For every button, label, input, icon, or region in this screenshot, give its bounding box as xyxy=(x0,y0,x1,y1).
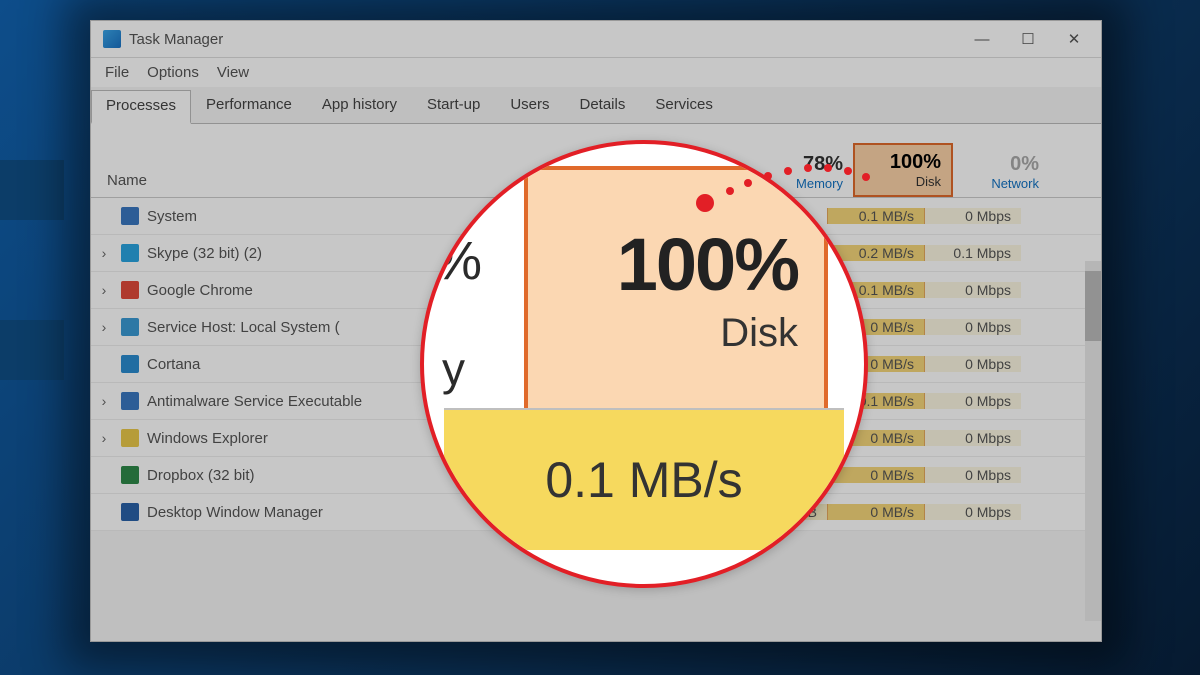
process-icon xyxy=(121,429,139,447)
wallpaper-bar xyxy=(0,160,64,220)
cell-network: 0 Mbps xyxy=(925,393,1021,409)
minimize-button[interactable]: — xyxy=(959,23,1005,55)
tab-startup[interactable]: Start-up xyxy=(412,89,495,123)
desktop: Task Manager — ☐ ✕ File Options View Pro… xyxy=(0,0,1200,675)
window-title: Task Manager xyxy=(129,31,223,48)
expand-icon[interactable]: › xyxy=(91,393,117,409)
cell-network: 0.1 Mbps xyxy=(925,245,1021,261)
process-icon xyxy=(121,466,139,484)
fragment-y: y xyxy=(442,342,465,396)
cell-network: 0 Mbps xyxy=(925,208,1021,224)
process-name: Dropbox (32 bit) xyxy=(117,466,481,484)
network-pct: 0% xyxy=(953,153,1039,176)
tab-users[interactable]: Users xyxy=(495,89,564,123)
disk-pct-zoom: 100% xyxy=(617,222,798,307)
expand-icon[interactable]: › xyxy=(91,282,117,298)
title-bar[interactable]: Task Manager — ☐ ✕ xyxy=(91,21,1101,58)
scrollbar-thumb[interactable] xyxy=(1085,271,1101,341)
tab-app-history[interactable]: App history xyxy=(307,89,412,123)
disk-header-zoom: 100% Disk xyxy=(524,166,828,408)
app-icon xyxy=(103,30,121,48)
close-button[interactable]: ✕ xyxy=(1051,23,1097,55)
process-icon xyxy=(121,392,139,410)
maximize-button[interactable]: ☐ xyxy=(1005,23,1051,55)
col-disk[interactable]: 100% Disk xyxy=(853,143,953,197)
process-icon xyxy=(121,244,139,262)
disk-label-zoom: Disk xyxy=(720,311,798,356)
cell-network: 0 Mbps xyxy=(925,282,1021,298)
wallpaper-bar xyxy=(0,320,64,380)
process-icon xyxy=(121,318,139,336)
process-name: Windows Explorer xyxy=(117,429,481,447)
disk-label: Disk xyxy=(855,174,941,189)
process-name: Skype (32 bit) (2) xyxy=(117,244,481,262)
tab-strip: Processes Performance App history Start-… xyxy=(91,87,1101,124)
magnifier-callout: % y 100% Disk 0.1 MB/s xyxy=(420,140,868,588)
expand-icon[interactable]: › xyxy=(91,430,117,446)
process-name: System xyxy=(117,207,481,225)
cell-network: 0 Mbps xyxy=(925,467,1021,483)
menu-view[interactable]: View xyxy=(217,64,249,81)
cell-network: 0 Mbps xyxy=(925,319,1021,335)
disk-value-zoom-row: 0.1 MB/s xyxy=(444,408,844,550)
cell-network: 0 Mbps xyxy=(925,356,1021,372)
tab-performance[interactable]: Performance xyxy=(191,89,307,123)
process-icon xyxy=(121,207,139,225)
network-label: Network xyxy=(953,176,1039,191)
tab-services[interactable]: Services xyxy=(640,89,728,123)
col-network[interactable]: 0% Network xyxy=(953,147,1049,197)
process-icon xyxy=(121,355,139,373)
process-name: Desktop Window Manager xyxy=(117,503,481,521)
process-icon xyxy=(121,503,139,521)
expand-icon[interactable]: › xyxy=(91,319,117,335)
disk-value-zoom: 0.1 MB/s xyxy=(545,451,742,509)
process-icon xyxy=(121,281,139,299)
process-name: Google Chrome xyxy=(117,281,481,299)
tab-details[interactable]: Details xyxy=(564,89,640,123)
tab-processes[interactable]: Processes xyxy=(91,90,191,124)
cell-network: 0 Mbps xyxy=(925,430,1021,446)
fragment-percent: % xyxy=(434,230,482,292)
menu-options[interactable]: Options xyxy=(147,64,199,81)
expand-icon[interactable]: › xyxy=(91,245,117,261)
disk-pct: 100% xyxy=(855,151,941,174)
menu-bar: File Options View xyxy=(91,58,1101,87)
cell-network: 0 Mbps xyxy=(925,504,1021,520)
menu-file[interactable]: File xyxy=(105,64,129,81)
